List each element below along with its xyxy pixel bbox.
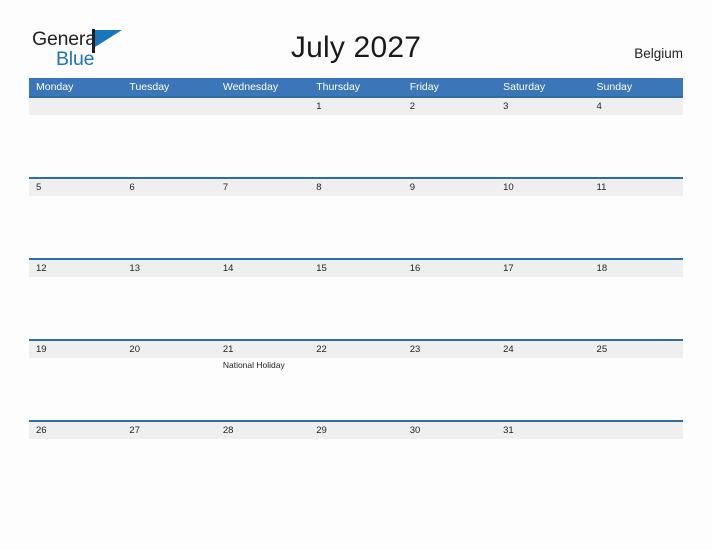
day-number[interactable]: 13 bbox=[122, 260, 215, 277]
calendar-week-row: 19 20 21 22 23 24 25 National Holiday bbox=[29, 339, 683, 420]
day-cell[interactable] bbox=[309, 115, 402, 177]
day-number[interactable]: 14 bbox=[216, 260, 309, 277]
day-cell[interactable]: National Holiday bbox=[216, 358, 309, 420]
weekday-header-row: Monday Tuesday Wednesday Thursday Friday… bbox=[29, 78, 683, 96]
day-cell[interactable] bbox=[29, 196, 122, 258]
day-number[interactable]: 24 bbox=[496, 341, 589, 358]
day-number[interactable]: 3 bbox=[496, 98, 589, 115]
day-number[interactable]: 22 bbox=[309, 341, 402, 358]
day-number[interactable]: 18 bbox=[590, 260, 683, 277]
day-number[interactable]: 30 bbox=[403, 422, 496, 439]
calendar-week-row: 26 27 28 29 30 31 bbox=[29, 420, 683, 501]
day-cell[interactable] bbox=[29, 358, 122, 420]
day-number[interactable]: 21 bbox=[216, 341, 309, 358]
day-number[interactable]: 4 bbox=[590, 98, 683, 115]
day-cell[interactable] bbox=[496, 196, 589, 258]
day-cell[interactable] bbox=[216, 115, 309, 177]
day-cell[interactable] bbox=[122, 439, 215, 501]
day-number[interactable]: 12 bbox=[29, 260, 122, 277]
weekday-friday: Friday bbox=[409, 81, 439, 93]
day-number[interactable]: 27 bbox=[122, 422, 215, 439]
day-cell[interactable] bbox=[122, 277, 215, 339]
day-cell[interactable] bbox=[122, 115, 215, 177]
day-number[interactable]: 20 bbox=[122, 341, 215, 358]
day-cell[interactable] bbox=[590, 115, 683, 177]
day-number[interactable]: 16 bbox=[403, 260, 496, 277]
day-cell[interactable] bbox=[122, 358, 215, 420]
day-cell[interactable] bbox=[590, 358, 683, 420]
day-cell[interactable] bbox=[403, 358, 496, 420]
day-number[interactable]: 8 bbox=[309, 179, 402, 196]
day-number-band: 26 27 28 29 30 31 bbox=[29, 420, 683, 439]
day-cell[interactable] bbox=[309, 196, 402, 258]
day-cell[interactable] bbox=[403, 439, 496, 501]
day-cell[interactable] bbox=[216, 196, 309, 258]
day-number-band: 5 6 7 8 9 10 11 bbox=[29, 177, 683, 196]
day-number[interactable]: 19 bbox=[29, 341, 122, 358]
day-number[interactable]: 31 bbox=[496, 422, 589, 439]
day-cell[interactable] bbox=[590, 439, 683, 501]
calendar-week-row: 12 13 14 15 16 17 18 bbox=[29, 258, 683, 339]
page-title: July 2027 bbox=[290, 31, 422, 64]
day-content-band bbox=[29, 439, 683, 501]
day-number[interactable]: 25 bbox=[590, 341, 683, 358]
day-cell[interactable] bbox=[590, 277, 683, 339]
day-number[interactable] bbox=[590, 422, 683, 439]
day-number[interactable] bbox=[29, 98, 122, 115]
day-cell[interactable] bbox=[590, 196, 683, 258]
day-cell[interactable] bbox=[496, 358, 589, 420]
calendar-week-row: 1 2 3 4 bbox=[29, 96, 683, 177]
day-number[interactable]: 1 bbox=[309, 98, 402, 115]
day-content-band: National Holiday bbox=[29, 358, 683, 420]
page-header: General Blue July 2027 Belgium bbox=[0, 0, 712, 78]
day-cell[interactable] bbox=[496, 115, 589, 177]
day-cell[interactable] bbox=[309, 439, 402, 501]
weekday-wednesday: Wednesday bbox=[222, 81, 279, 93]
weekday-monday: Monday bbox=[36, 81, 74, 93]
weekday-thursday: Thursday bbox=[316, 81, 361, 93]
day-cell[interactable] bbox=[496, 277, 589, 339]
day-cell[interactable] bbox=[309, 358, 402, 420]
day-number[interactable]: 17 bbox=[496, 260, 589, 277]
day-number[interactable]: 10 bbox=[496, 179, 589, 196]
day-number-band: 19 20 21 22 23 24 25 bbox=[29, 339, 683, 358]
day-cell[interactable] bbox=[216, 439, 309, 501]
day-number[interactable]: 7 bbox=[216, 179, 309, 196]
day-cell[interactable] bbox=[403, 196, 496, 258]
calendar-page: General Blue July 2027 Belgium Monday Tu… bbox=[0, 0, 712, 550]
day-cell[interactable] bbox=[122, 196, 215, 258]
day-cell[interactable] bbox=[29, 277, 122, 339]
day-cell[interactable] bbox=[496, 439, 589, 501]
day-number[interactable] bbox=[216, 98, 309, 115]
calendar-grid: Monday Tuesday Wednesday Thursday Friday… bbox=[29, 78, 683, 501]
day-number-band: 1 2 3 4 bbox=[29, 96, 683, 115]
day-cell[interactable] bbox=[403, 277, 496, 339]
weekday-tuesday: Tuesday bbox=[129, 81, 170, 93]
day-cell[interactable] bbox=[216, 277, 309, 339]
day-number[interactable]: 5 bbox=[29, 179, 122, 196]
day-number[interactable]: 23 bbox=[403, 341, 496, 358]
day-event-text: National Holiday bbox=[222, 360, 285, 370]
day-cell[interactable] bbox=[29, 439, 122, 501]
day-number[interactable]: 15 bbox=[309, 260, 402, 277]
day-number[interactable]: 2 bbox=[403, 98, 496, 115]
day-number[interactable] bbox=[122, 98, 215, 115]
calendar-week-row: 5 6 7 8 9 10 11 bbox=[29, 177, 683, 258]
weekday-saturday: Saturday bbox=[503, 81, 546, 93]
day-cell[interactable] bbox=[309, 277, 402, 339]
country-label: Belgium bbox=[634, 46, 683, 61]
day-cell[interactable] bbox=[403, 115, 496, 177]
weekday-sunday: Sunday bbox=[596, 81, 633, 93]
day-number-band: 12 13 14 15 16 17 18 bbox=[29, 258, 683, 277]
day-number[interactable]: 9 bbox=[403, 179, 496, 196]
day-number[interactable]: 6 bbox=[122, 179, 215, 196]
day-content-band bbox=[29, 115, 683, 177]
day-number[interactable]: 11 bbox=[590, 179, 683, 196]
day-cell[interactable] bbox=[29, 115, 122, 177]
day-content-band bbox=[29, 277, 683, 339]
day-number[interactable]: 26 bbox=[29, 422, 122, 439]
day-number[interactable]: 28 bbox=[216, 422, 309, 439]
day-number[interactable]: 29 bbox=[309, 422, 402, 439]
day-content-band bbox=[29, 196, 683, 258]
